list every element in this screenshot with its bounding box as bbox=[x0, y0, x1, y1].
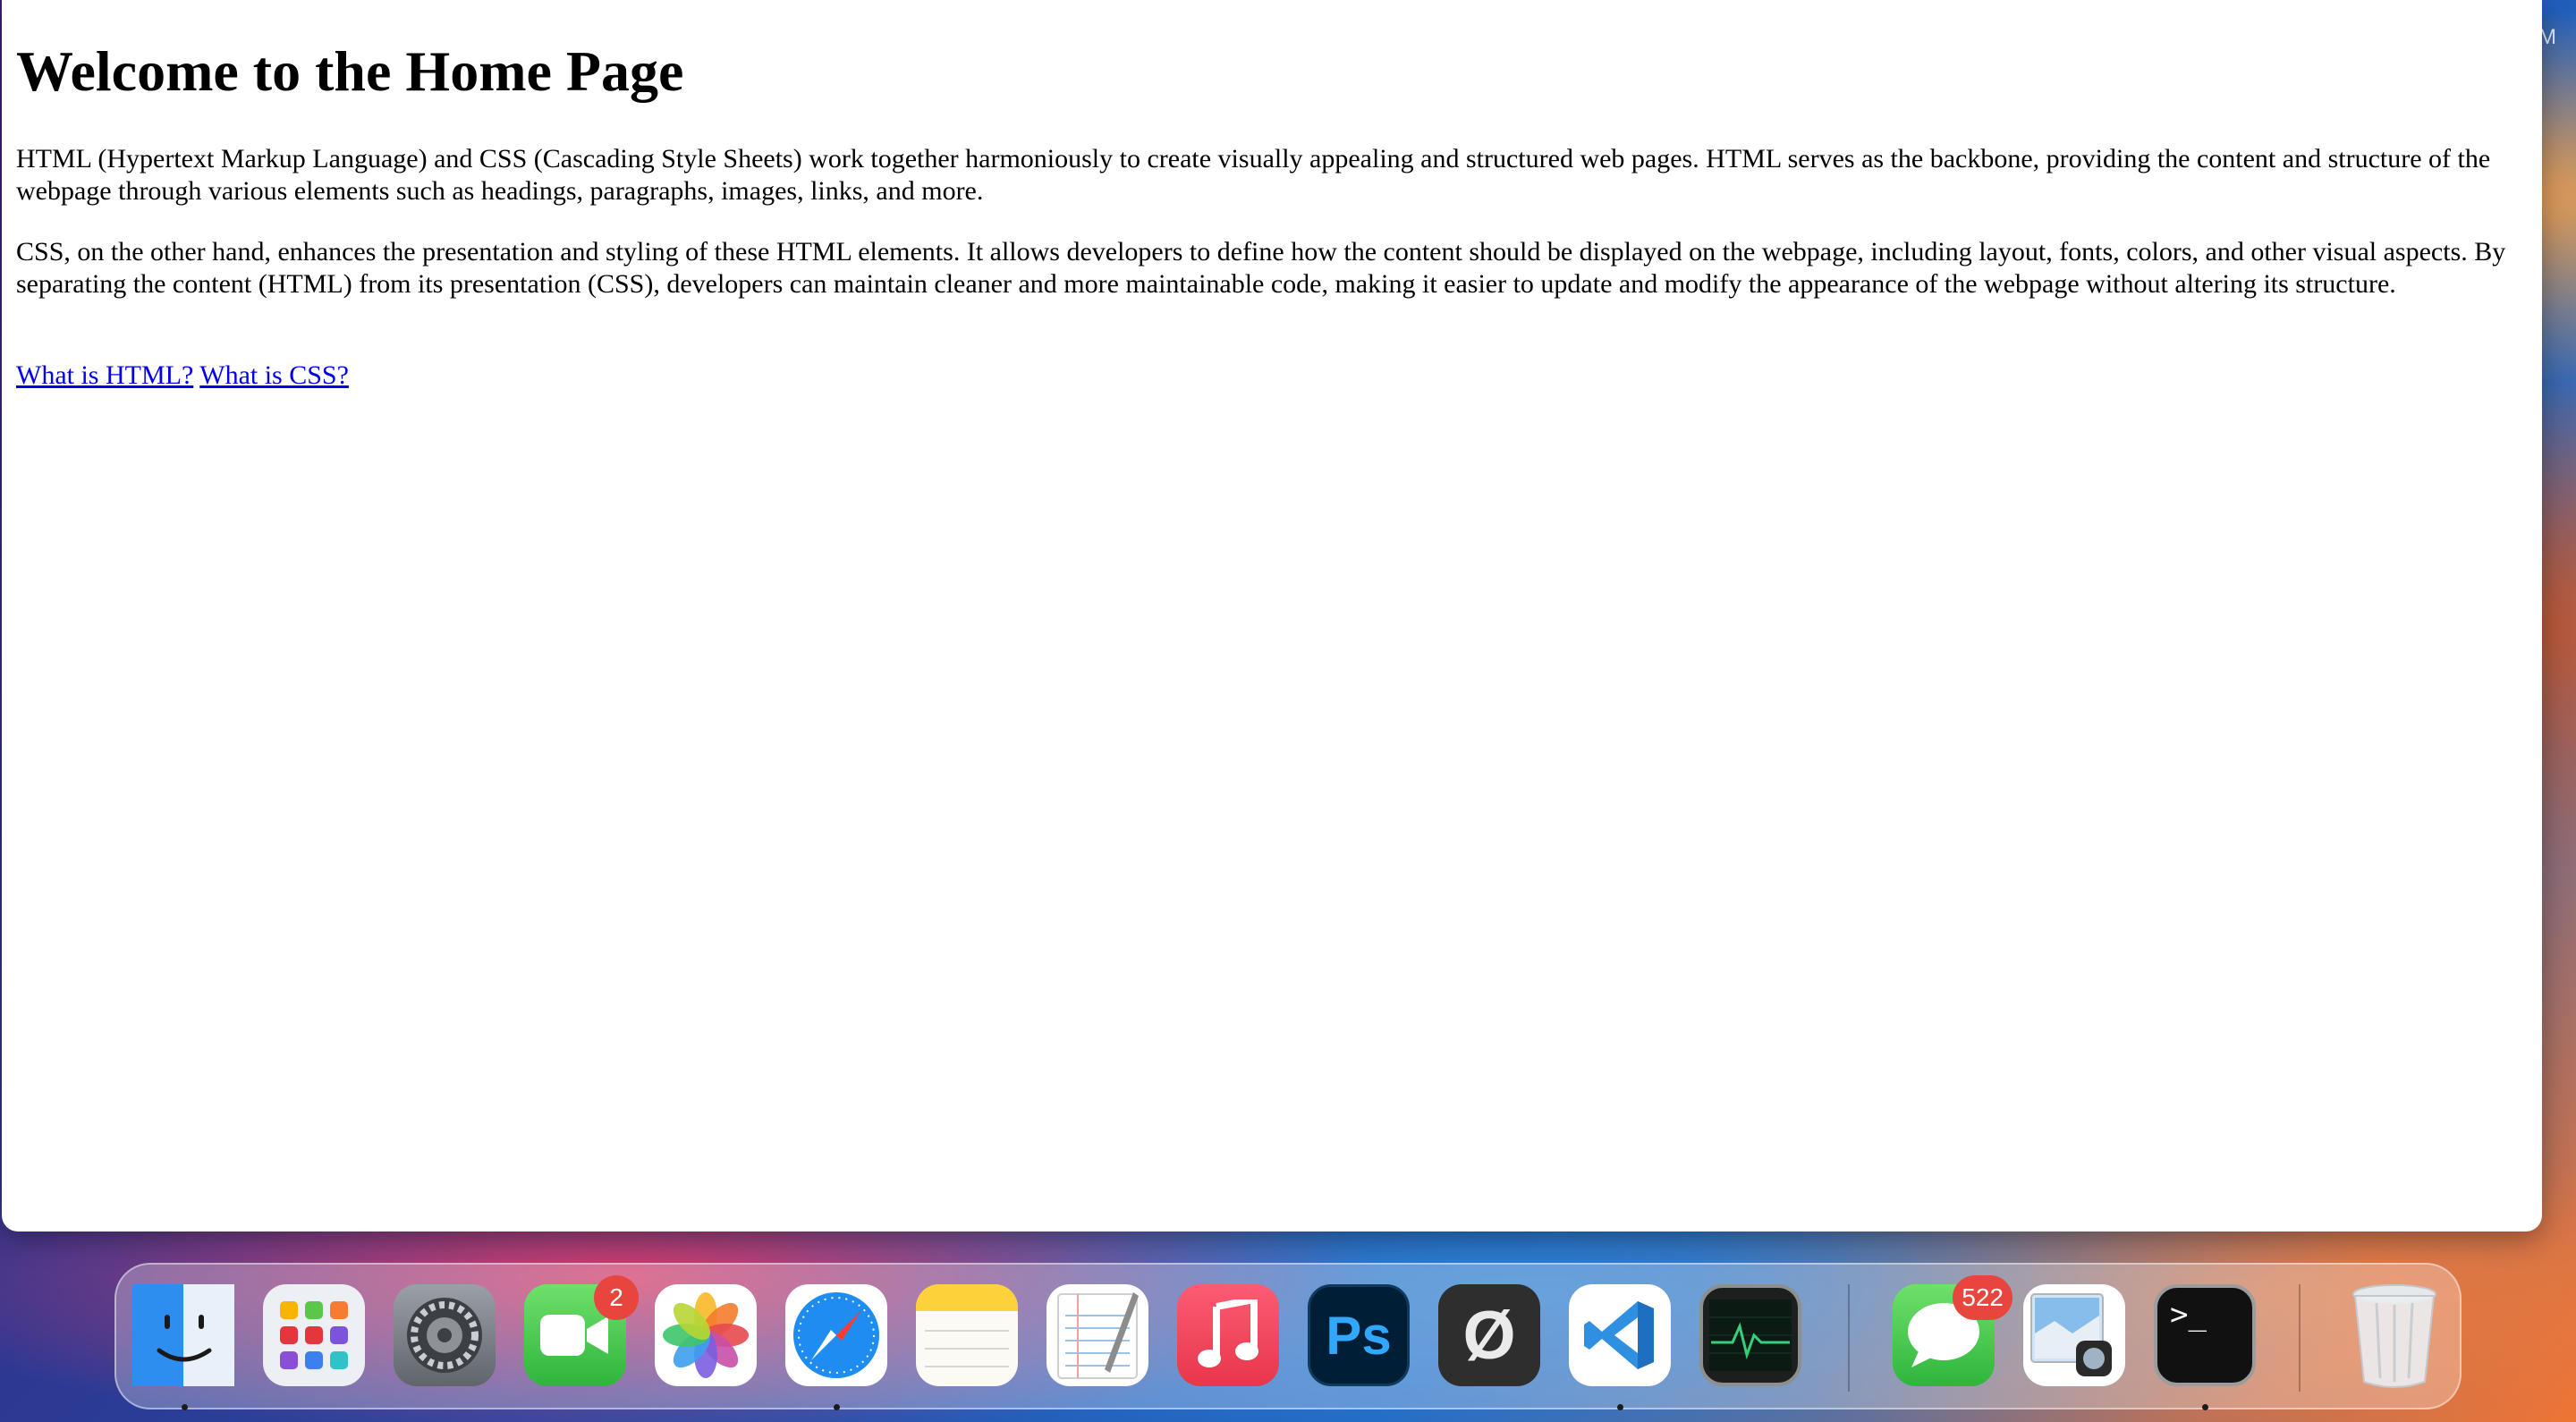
paragraph-html-intro: HTML (Hypertext Markup Language) and CSS… bbox=[16, 144, 2491, 206]
facetime-icon bbox=[540, 1315, 608, 1356]
dock-finder[interactable] bbox=[132, 1284, 234, 1386]
textedit-icon bbox=[1057, 1292, 1139, 1379]
dock-facetime[interactable]: 2 bbox=[524, 1275, 639, 1386]
dock: 2 Ps Ø 522 >_ bbox=[114, 1263, 2462, 1410]
settings-gear-icon bbox=[407, 1298, 482, 1373]
facetime-badge: 2 bbox=[594, 1275, 639, 1320]
dock-textedit[interactable] bbox=[1046, 1284, 1148, 1386]
page-heading: Welcome to the Home Page bbox=[16, 39, 684, 103]
dock-preview[interactable] bbox=[2023, 1284, 2125, 1386]
dock-photos[interactable] bbox=[655, 1284, 757, 1386]
dock-vscode[interactable] bbox=[1569, 1284, 1671, 1386]
notes-icon bbox=[916, 1284, 1018, 1367]
dock-messages[interactable]: 522 bbox=[1893, 1275, 2012, 1386]
link-what-is-css[interactable]: What is CSS? bbox=[199, 360, 349, 390]
paragraph-css-intro: CSS, on the other hand, enhances the pre… bbox=[16, 237, 2506, 299]
dock-terminal-running-dot bbox=[2202, 1404, 2208, 1410]
photoshop-icon: Ps bbox=[1326, 1305, 1392, 1366]
link-row: What is HTML? What is CSS? bbox=[16, 360, 349, 392]
dock-activity-monitor[interactable] bbox=[1699, 1284, 1801, 1386]
browser-window: Welcome to the Home Page HTML (Hypertext… bbox=[2, 0, 2542, 1232]
dock-system-settings[interactable] bbox=[394, 1284, 496, 1386]
null-symbol-icon: Ø bbox=[1462, 1297, 1516, 1374]
messages-badge: 522 bbox=[1953, 1275, 2012, 1320]
dock-trash[interactable] bbox=[2343, 1284, 2445, 1388]
dock-separator-trash bbox=[2299, 1284, 2301, 1392]
dock-vscode-running-dot bbox=[1617, 1404, 1623, 1410]
dock-safari-running-dot bbox=[834, 1404, 840, 1410]
terminal-icon: >_ bbox=[2170, 1297, 2207, 1333]
dock-launchpad[interactable] bbox=[263, 1284, 365, 1386]
finder-icon bbox=[132, 1284, 234, 1386]
trash-icon bbox=[2352, 1284, 2436, 1388]
photos-icon bbox=[663, 1292, 749, 1378]
music-note-icon bbox=[1198, 1299, 1258, 1367]
dock-safari[interactable] bbox=[785, 1284, 887, 1386]
vscode-icon bbox=[1584, 1301, 1654, 1369]
link-what-is-html[interactable]: What is HTML? bbox=[16, 360, 193, 390]
dock-photoshop[interactable]: Ps bbox=[1308, 1284, 1410, 1386]
dock-finder-running-dot bbox=[182, 1404, 188, 1410]
dock-separator bbox=[1848, 1284, 1850, 1392]
dock-terminal[interactable]: >_ bbox=[2154, 1284, 2256, 1386]
dock-notes[interactable] bbox=[916, 1284, 1018, 1386]
safari-compass-icon bbox=[793, 1292, 879, 1378]
activity-monitor-icon bbox=[1709, 1299, 1792, 1371]
dock-null-app[interactable]: Ø bbox=[1438, 1284, 1540, 1386]
launchpad-icon bbox=[280, 1301, 348, 1369]
dock-music[interactable] bbox=[1177, 1284, 1279, 1386]
preview-icon bbox=[2030, 1293, 2112, 1376]
page-content: Welcome to the Home Page HTML (Hypertext… bbox=[16, 0, 2529, 390]
